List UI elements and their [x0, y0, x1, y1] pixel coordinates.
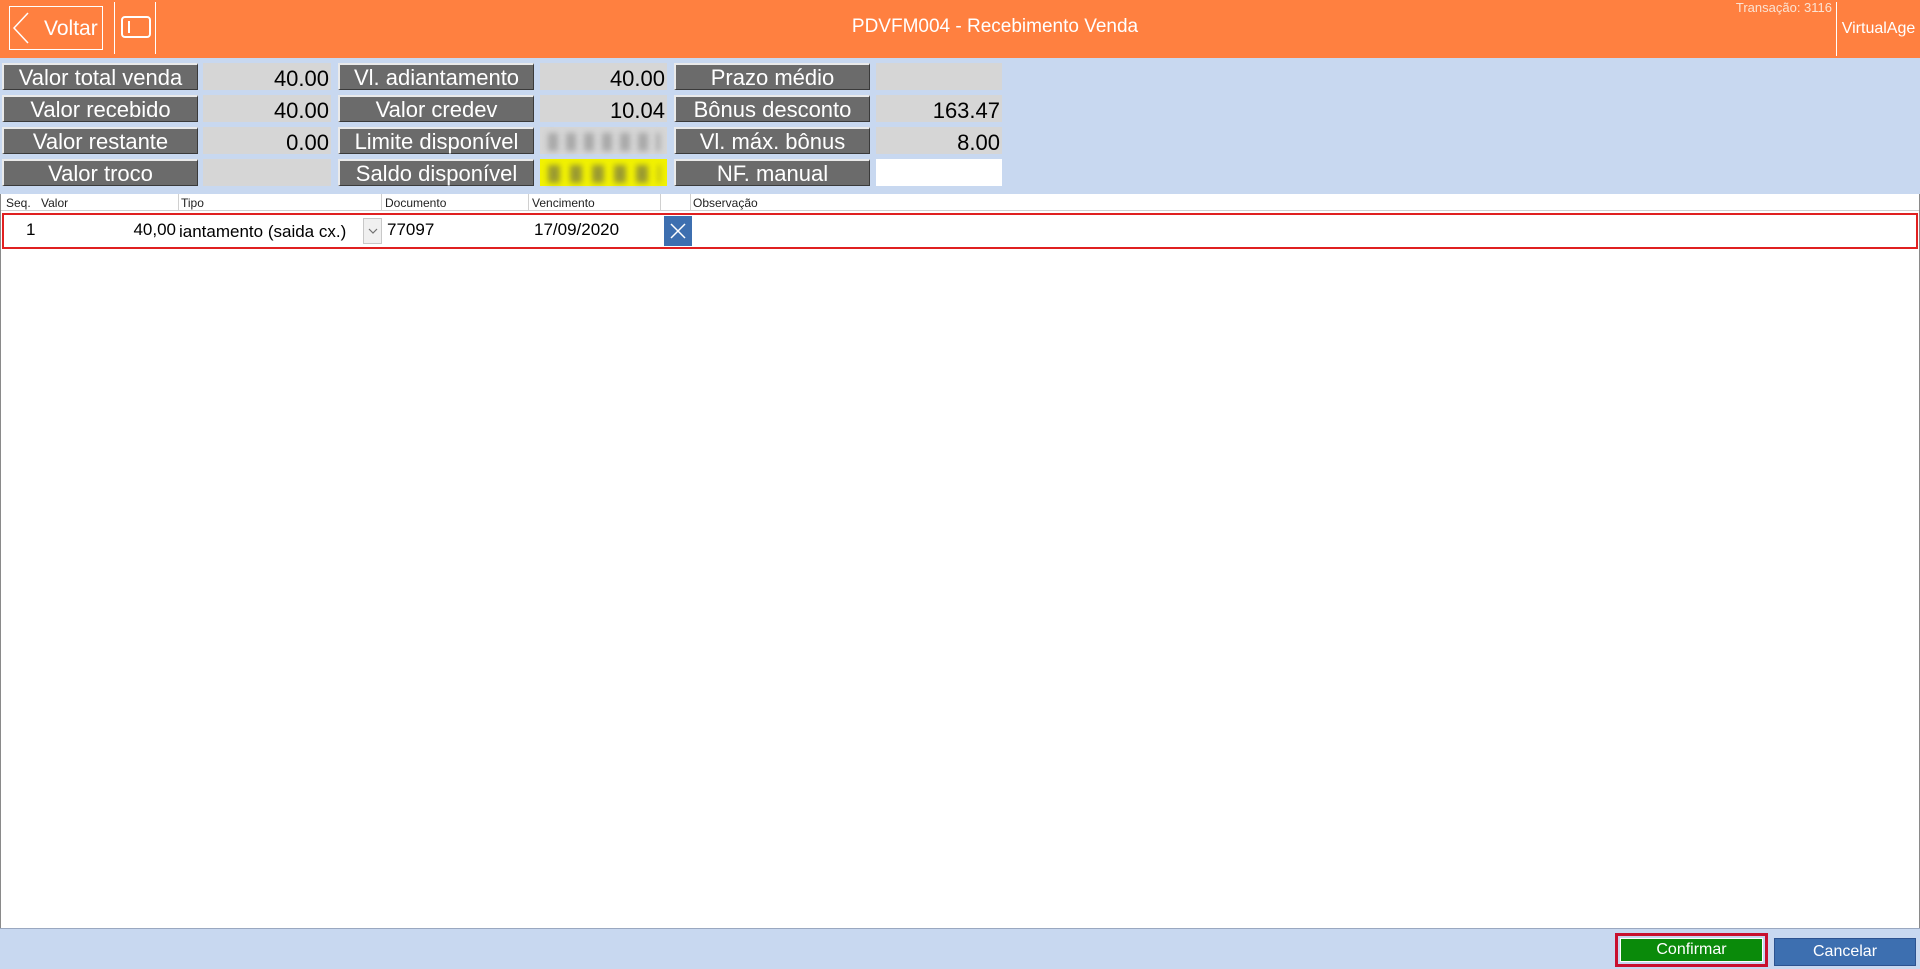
- payments-grid: Seq. Valor Tipo Documento Vencimento Obs…: [0, 194, 1920, 928]
- valor-recebido-label: Valor recebido: [2, 95, 198, 122]
- vl-adiantamento-value: 40.00: [540, 63, 667, 91]
- bonus-desconto-label: Bônus desconto: [674, 95, 870, 122]
- column-header-vencimento: Vencimento: [532, 196, 595, 210]
- grid-header: Seq. Valor Tipo Documento Vencimento Obs…: [1, 194, 1919, 211]
- vl-adiantamento-label: Vl. adiantamento: [338, 63, 534, 90]
- tipo-select[interactable]: iantamento (saida cx.): [179, 222, 363, 242]
- cancel-button[interactable]: Cancelar: [1774, 938, 1916, 966]
- column-header-documento: Documento: [385, 196, 447, 210]
- saldo-disponivel-label: Saldo disponível: [338, 159, 534, 186]
- column-divider: [381, 194, 382, 211]
- cell-valor[interactable]: 40,00: [64, 220, 176, 240]
- delete-row-button[interactable]: [664, 216, 692, 246]
- window-title: PDVFM004 - Recebimento Venda: [851, 16, 1139, 37]
- table-row[interactable]: 1 40,00 iantamento (saida cx.) 77097 17/…: [2, 213, 1918, 249]
- valor-credev-label: Valor credev: [338, 95, 534, 122]
- valor-recebido-value: 40.00: [203, 95, 331, 123]
- cell-seq: 1: [26, 220, 36, 239]
- nf-manual-label: NF. manual: [674, 159, 870, 186]
- column-header-valor: Valor: [41, 196, 69, 210]
- confirm-button[interactable]: Confirmar: [1615, 933, 1768, 967]
- saldo-disponivel-value: [540, 159, 667, 186]
- footer-bar: Confirmar Cancelar: [0, 928, 1920, 969]
- column-header-observacao: Observação: [693, 196, 758, 210]
- cell-vencimento[interactable]: 17/09/2020: [534, 220, 619, 240]
- cell-documento[interactable]: 77097: [387, 220, 434, 240]
- column-header-seq: Seq.: [6, 196, 31, 210]
- redacted-value: [548, 133, 660, 151]
- limite-disponivel-value: [540, 127, 667, 154]
- column-header-tipo: Tipo: [181, 196, 204, 210]
- column-divider: [690, 194, 691, 211]
- valor-troco-value: [203, 159, 331, 186]
- title-bar: Voltar PDVFM004 - Recebimento Venda Tran…: [0, 0, 1920, 58]
- nf-manual-input[interactable]: [876, 159, 1002, 186]
- confirm-button-label: Confirmar: [1620, 938, 1763, 962]
- prazo-medio-value: [876, 63, 1002, 90]
- valor-restante-label: Valor restante: [2, 127, 198, 154]
- transaction-number: Transação: 3116: [1735, 0, 1832, 15]
- valor-credev-value: 10.04: [540, 95, 667, 123]
- summary-panel: Valor total venda 40.00 Valor recebido 4…: [0, 58, 1920, 194]
- tipo-dropdown-button[interactable]: [363, 218, 382, 244]
- close-icon: [670, 223, 686, 239]
- valor-total-venda-value: 40.00: [203, 63, 331, 91]
- column-divider: [660, 194, 661, 211]
- bonus-desconto-value: 163.47: [876, 95, 1002, 123]
- valor-total-venda-label: Valor total venda: [2, 63, 198, 90]
- vl-max-bonus-label: Vl. máx. bônus: [674, 127, 870, 154]
- virtualage-button[interactable]: VirtualAge: [1836, 2, 1920, 56]
- vl-max-bonus-value: 8.00: [876, 127, 1002, 155]
- valor-restante-value: 0.00: [203, 127, 331, 155]
- redacted-value: [548, 165, 660, 183]
- column-divider: [178, 194, 179, 211]
- column-divider: [528, 194, 529, 211]
- limite-disponivel-label: Limite disponível: [338, 127, 534, 154]
- prazo-medio-label: Prazo médio: [674, 63, 870, 90]
- valor-troco-label: Valor troco: [2, 159, 198, 186]
- chevron-down-icon: [368, 228, 378, 234]
